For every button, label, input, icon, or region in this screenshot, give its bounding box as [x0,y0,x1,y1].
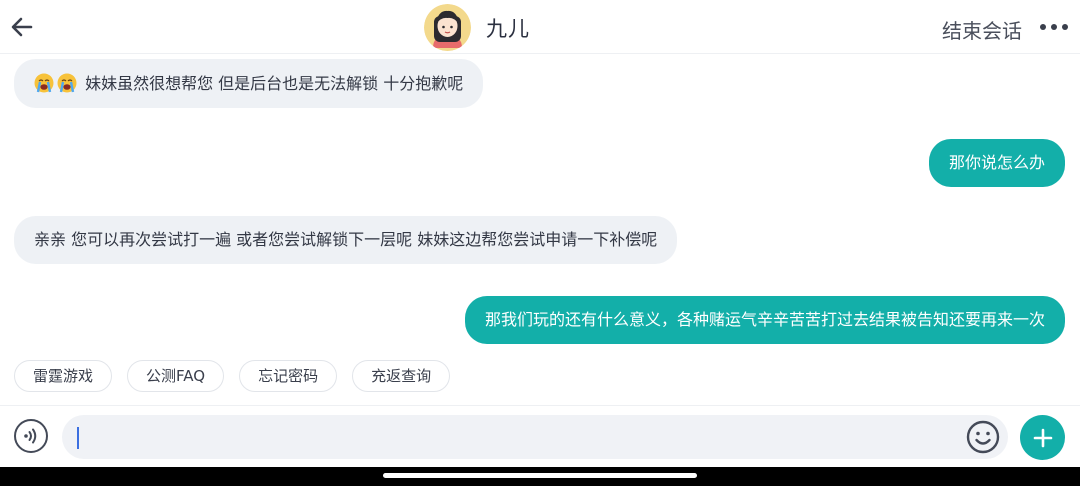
chat-header: 九儿 结束会话 [0,0,1080,54]
quick-reply-chip[interactable]: 充返查询 [352,360,451,392]
message-bubble-user: 那我们玩的还有什么意义，各种赌运气辛辛苦苦打过去结果被告知还要再来一次 [464,296,1065,344]
system-home-bar [0,467,1080,486]
message-text: 那我们玩的还有什么意义，各种赌运气辛辛苦苦打过去结果被告知还要再来一次 [484,310,1045,329]
emoji-picker-icon[interactable] [966,420,1000,454]
message-text: 妹妹虽然很想帮您 但是后台也是无法解锁 十分抱歉呢 [85,74,464,93]
loudly-crying-face-icon [57,73,77,93]
message-text: 亲亲 您可以再次尝试打一遍 或者您尝试解锁下一层呢 妹妹这边帮您尝试申请一下补偿… [34,230,658,249]
quick-reply-chip[interactable]: 忘记密码 [239,360,338,392]
composer-bar [0,405,1080,467]
loudly-crying-face-icon [34,73,54,93]
quick-reply-chip[interactable]: 雷霆游戏 [14,360,113,392]
message-list: 妹妹虽然很想帮您 但是后台也是无法解锁 十分抱歉呢 那你说怎么办 亲亲 您可以再… [0,55,1080,355]
message-bubble-agent: 亲亲 您可以再次尝试打一遍 或者您尝试解锁下一层呢 妹妹这边帮您尝试申请一下补偿… [14,216,678,264]
message-text: 那你说怎么办 [948,153,1045,172]
voice-input-icon[interactable] [14,419,48,453]
back-arrow-icon[interactable] [10,14,34,40]
agent-avatar[interactable] [424,4,471,51]
add-attachment-button[interactable] [1020,415,1065,460]
text-cursor [77,427,79,449]
message-bubble-user: 那你说怎么办 [928,139,1065,187]
home-indicator[interactable] [383,473,697,478]
end-chat-button[interactable]: 结束会话 [942,15,1022,44]
quick-reply-chip[interactable]: 公测FAQ [127,360,225,392]
quick-reply-bar: 雷霆游戏 公测FAQ 忘记密码 充返查询 [14,360,451,392]
agent-name: 九儿 [486,17,530,41]
message-input[interactable] [62,415,1008,459]
more-dots-icon[interactable] [1040,22,1068,32]
message-bubble-agent: 妹妹虽然很想帮您 但是后台也是无法解锁 十分抱歉呢 [14,59,484,108]
plus-icon [1033,428,1052,447]
